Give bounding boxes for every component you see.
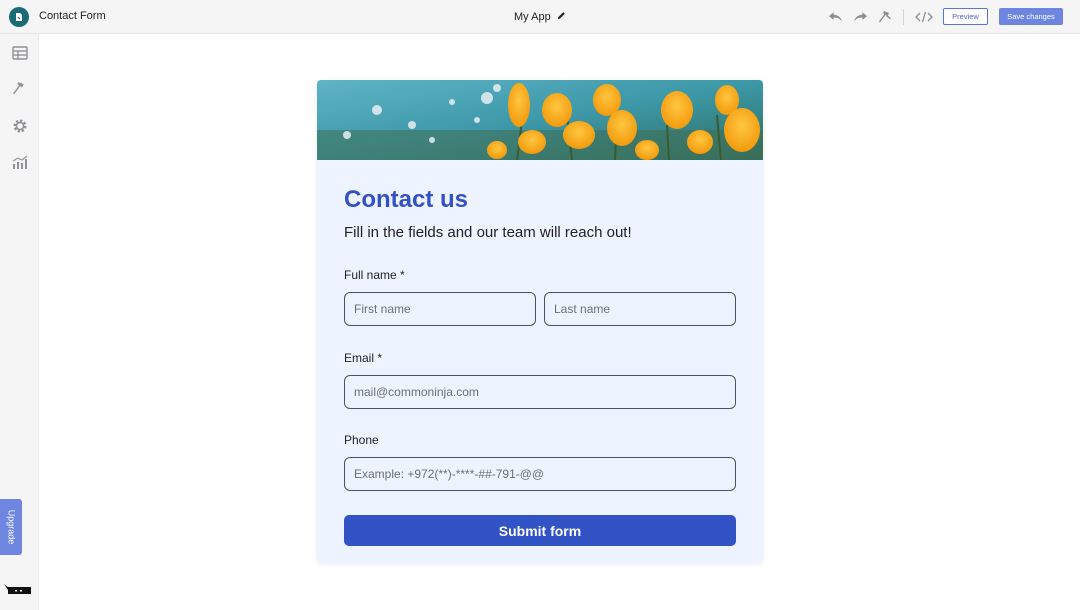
flower-banner-image	[317, 80, 763, 160]
hammer-icon[interactable]	[11, 80, 28, 97]
last-name-input[interactable]	[544, 292, 736, 326]
edit-pencil-icon[interactable]	[557, 11, 566, 23]
redo-icon[interactable]	[852, 9, 868, 25]
upgrade-label: Upgrade	[6, 509, 16, 545]
upgrade-button[interactable]: Upgrade	[0, 499, 22, 555]
email-input[interactable]	[344, 375, 736, 409]
submit-form-button[interactable]: Submit form	[344, 515, 736, 546]
toolbar-divider	[903, 9, 904, 25]
app-logo-icon[interactable]	[9, 7, 29, 27]
analytics-icon[interactable]	[11, 154, 28, 171]
phone-label: Phone	[344, 433, 379, 447]
form-title: Contact us	[344, 186, 469, 213]
form-subtitle: Fill in the fields and our team will rea…	[344, 224, 632, 241]
undo-icon[interactable]	[827, 9, 843, 25]
project-name: My App	[514, 11, 551, 23]
app-title: Contact Form	[39, 10, 106, 22]
hammer-icon[interactable]	[877, 9, 893, 25]
first-name-input[interactable]	[344, 292, 536, 326]
project-title[interactable]: My App	[514, 11, 566, 23]
ninja-mascot-icon	[4, 582, 32, 596]
top-bar: Contact Form My App Preview Save changes	[0, 0, 1080, 34]
gear-icon[interactable]	[11, 117, 28, 134]
contact-form-card: Contact us Fill in the fields and our te…	[317, 80, 763, 563]
preview-button[interactable]: Preview	[943, 8, 988, 25]
save-changes-button[interactable]: Save changes	[999, 8, 1063, 25]
phone-input[interactable]	[344, 457, 736, 491]
full-name-label: Full name *	[344, 268, 405, 282]
email-label: Email *	[344, 351, 383, 365]
table-icon[interactable]	[11, 44, 28, 61]
code-embed-icon[interactable]	[915, 9, 933, 25]
